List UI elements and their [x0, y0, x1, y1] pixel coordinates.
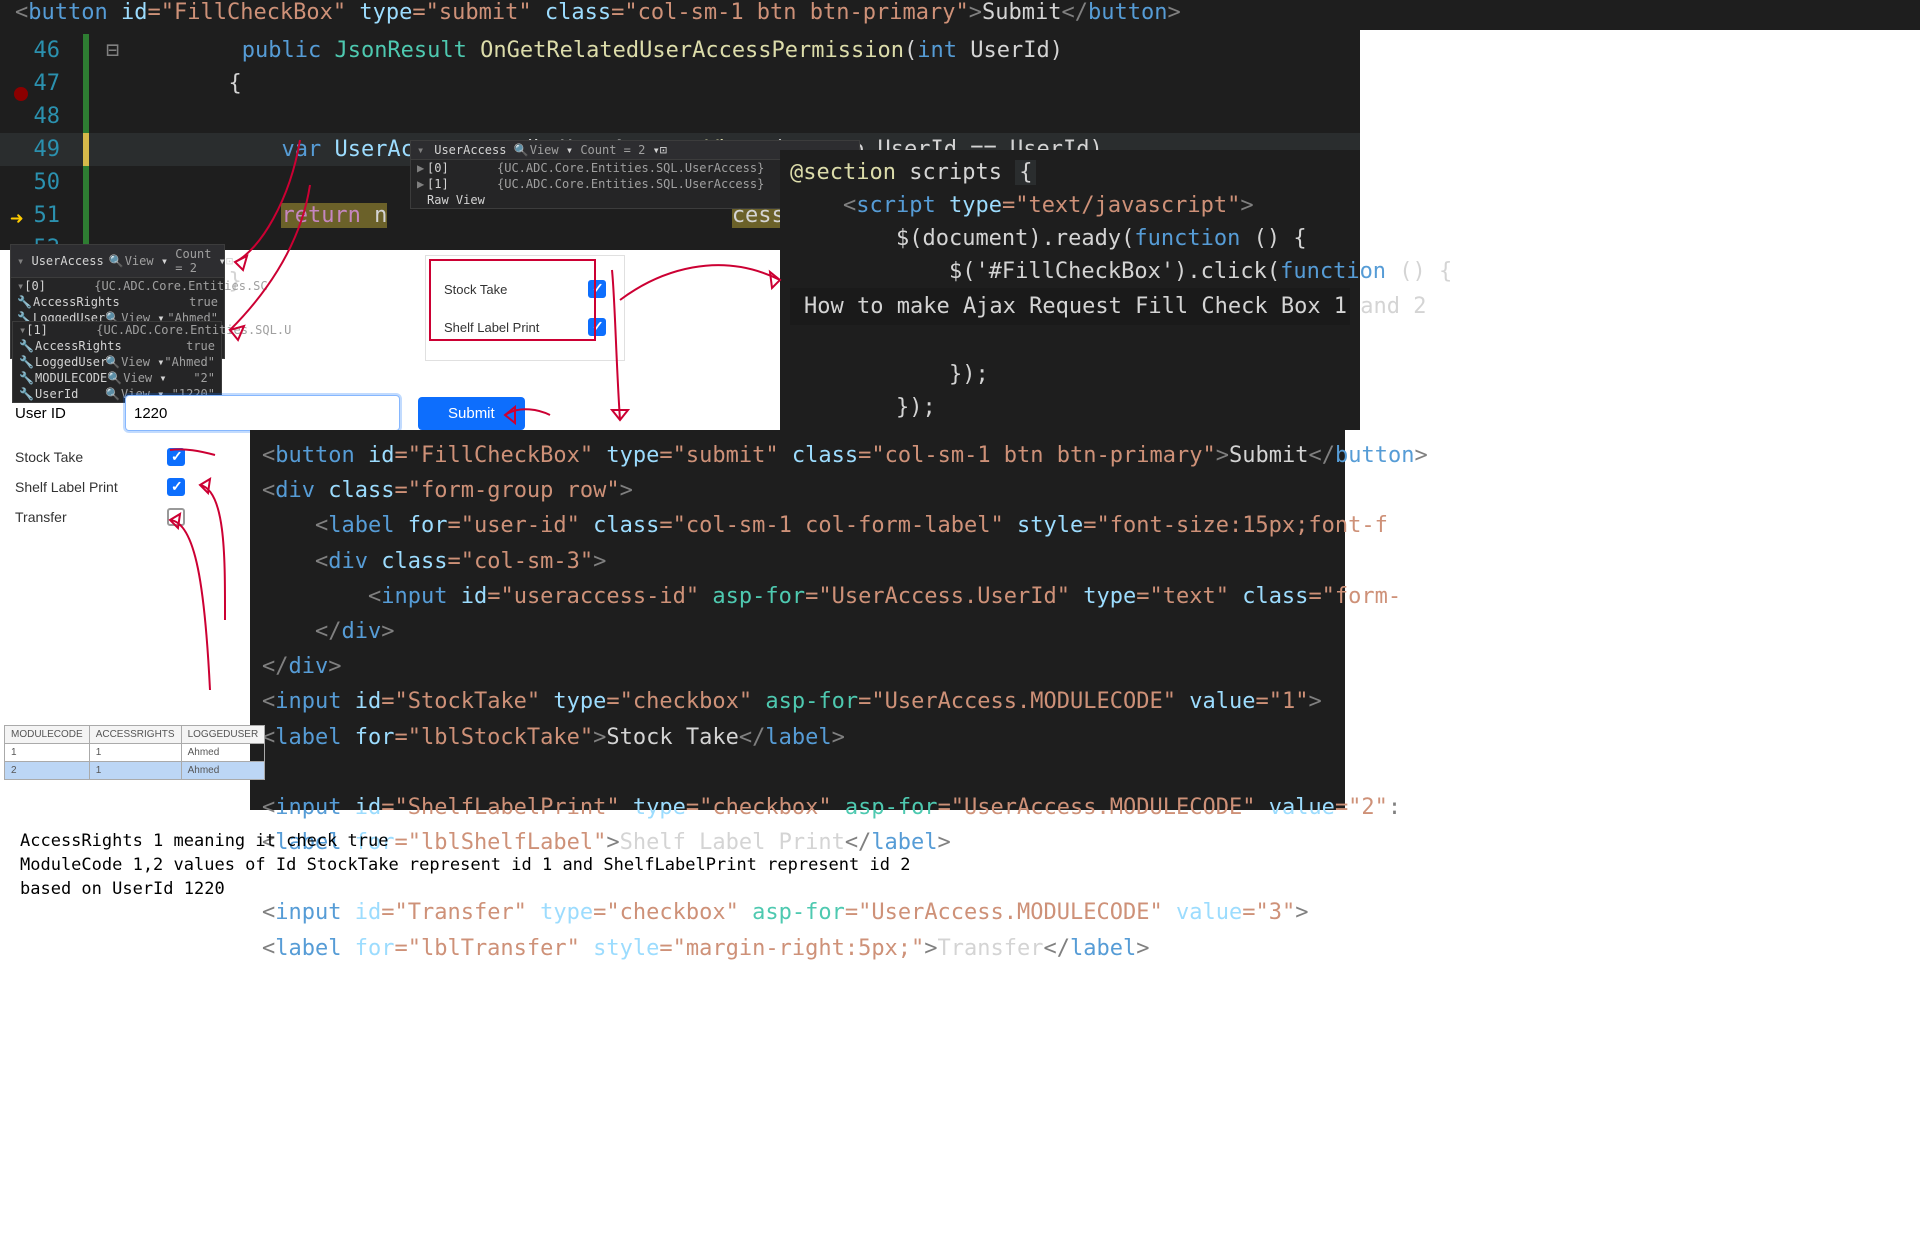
fold-icon[interactable]: ⊟ [103, 34, 123, 67]
line-number: 46 [34, 34, 61, 67]
line-number: 49 [34, 133, 61, 166]
razor-html-editor[interactable]: <button id="FillCheckBox" type="submit" … [250, 430, 1345, 810]
search-icon[interactable]: 🔍 [514, 143, 528, 157]
expand-icon[interactable]: ▾ [417, 143, 427, 157]
line-number: 50 [34, 166, 61, 199]
top-code-line: <button id="FillCheckBox" type="submit" … [0, 0, 1920, 30]
stocktake-label: Stock Take [444, 282, 507, 297]
shelflabel-form-checkbox[interactable] [167, 478, 185, 496]
ajax-question-text: How to make Ajax Request Fill Check Box … [790, 288, 1350, 325]
stocktake-form-checkbox[interactable] [167, 448, 185, 466]
checkbox-form: Stock Take Shelf Label Print Transfer [15, 442, 185, 532]
transfer-form-label: Transfer [15, 509, 67, 525]
table-row[interactable]: 21Ahmed [5, 762, 265, 780]
debug-datatip-1[interactable]: ▾[1]{UC.ADC.Core.Entities.SQL.U 🔧AccessR… [12, 321, 222, 403]
shelflabel-form-label: Shelf Label Print [15, 479, 118, 495]
userid-input[interactable] [125, 395, 400, 431]
shelflabel-checkbox[interactable] [588, 318, 606, 336]
shelflabel-label: Shelf Label Print [444, 320, 539, 335]
stocktake-checkbox[interactable] [588, 280, 606, 298]
transfer-form-checkbox[interactable] [167, 508, 185, 526]
explanation-notes: AccessRights 1 meaning it check true Mod… [20, 830, 910, 901]
table-row[interactable]: 11Ahmed [5, 744, 265, 762]
line-number: 47 [34, 67, 61, 100]
userid-label: User ID [15, 405, 125, 422]
line-number: 48 [34, 100, 61, 133]
db-result-table: MODULECODEACCESSRIGHTSLOGGEDUSER 11Ahmed… [4, 725, 265, 780]
submit-button[interactable]: Submit [418, 397, 525, 430]
userid-form: User ID Submit [15, 395, 525, 431]
line-number: 51 [34, 199, 61, 232]
wrench-icon: 🔧 [17, 295, 31, 309]
razor-js-editor[interactable]: @section scripts { <script type="text/ja… [780, 150, 1360, 430]
stocktake-form-label: Stock Take [15, 449, 83, 465]
checkbox-result-panel: Stock Take Shelf Label Print [425, 255, 625, 361]
